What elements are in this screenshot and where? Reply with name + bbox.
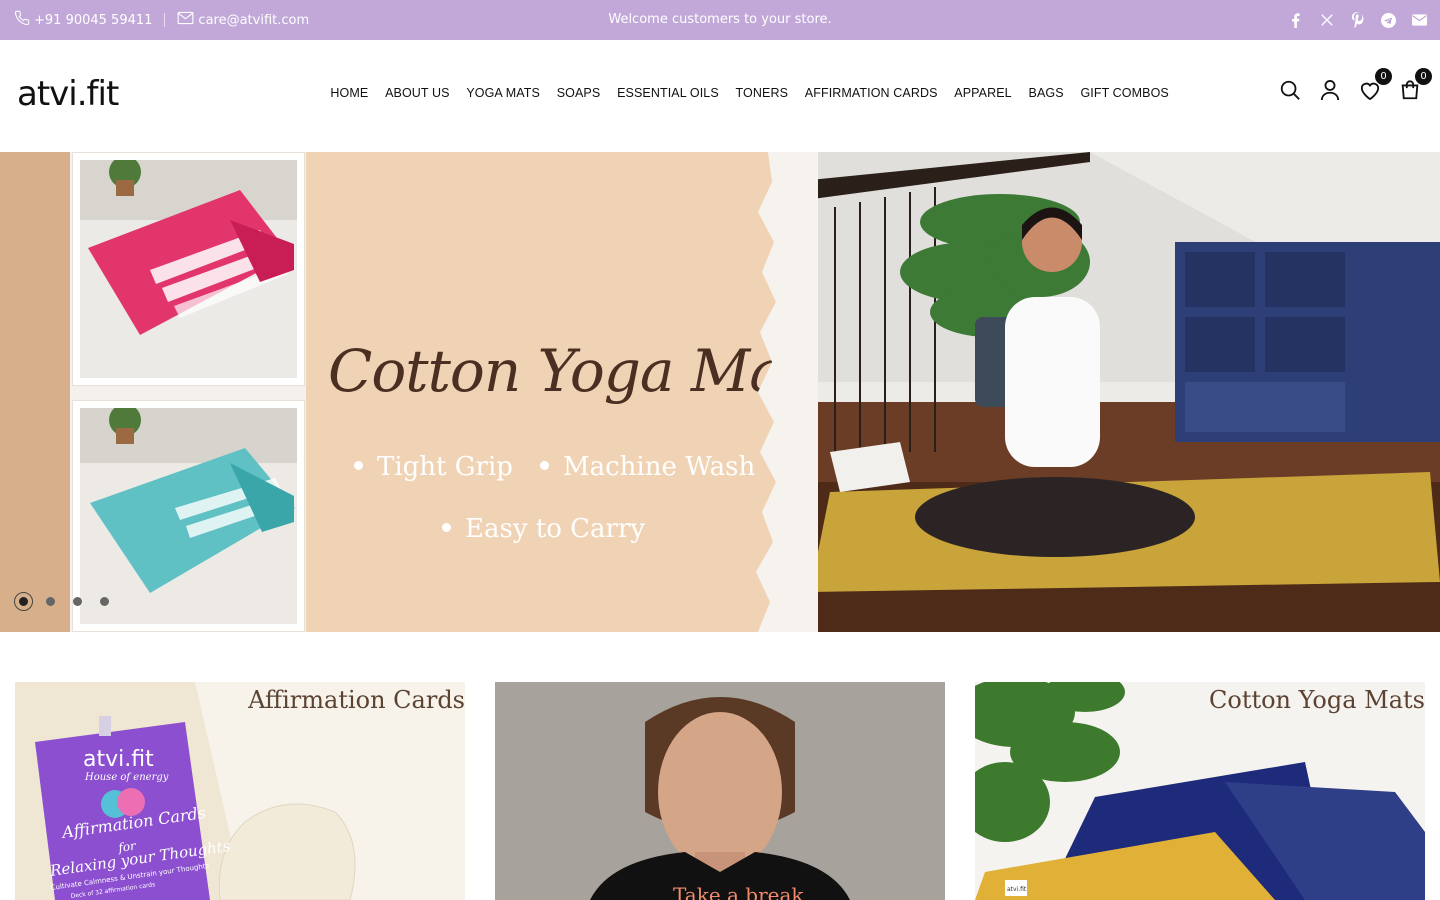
apparel-photo: Take a break (495, 682, 945, 900)
user-icon (1320, 79, 1340, 105)
nav-soaps[interactable]: SOAPS (548, 86, 608, 100)
email-address: care@atvifit.com (198, 12, 310, 28)
mail-icon[interactable] (1411, 12, 1428, 29)
phone-number: +91 90045 59411 (34, 12, 153, 28)
logo[interactable]: atvi.fit (17, 74, 119, 114)
slide-dot-3[interactable] (68, 592, 87, 611)
wishlist-button[interactable]: 0 (1358, 68, 1392, 104)
svg-text:atvi.fit: atvi.fit (1007, 886, 1027, 893)
bullet-dot (442, 522, 451, 532)
hero-bullet: Easy to Carry (442, 514, 645, 544)
category-card-cotton-yoga-mats[interactable]: atvi.fit Cotton Yoga Mats (975, 682, 1425, 900)
hero-slider[interactable]: Cotton Yoga Mats Tight Grip Machine Wash… (0, 152, 1440, 632)
slide-dot-1[interactable] (14, 592, 33, 611)
x-icon[interactable] (1318, 12, 1335, 29)
category-title: Affirmation Cards (248, 686, 465, 714)
phone-icon (14, 10, 30, 30)
bullet-dot (540, 460, 549, 470)
nav-essential-oils[interactable]: ESSENTIAL OILS (609, 86, 727, 100)
torn-paper-edge (756, 152, 818, 632)
cart-button[interactable]: 0 (1398, 68, 1432, 104)
affirmation-cards-photo: atvi.fit House of energy Affirmation Car… (15, 682, 465, 900)
slide-dot-2[interactable] (41, 592, 60, 611)
nav-affirmation-cards[interactable]: AFFIRMATION CARDS (796, 86, 946, 100)
nav-yoga-mats[interactable]: YOGA MATS (458, 86, 548, 100)
divider (164, 13, 166, 27)
site-header: atvi.fit HOME ABOUT US YOGA MATS SOAPS E… (0, 40, 1440, 152)
category-title: Cotton Yoga Mats (1209, 686, 1425, 714)
cart-count: 0 (1415, 68, 1432, 85)
card-logo-text: atvi.fit (83, 747, 154, 772)
nav-gift-combos[interactable]: GIFT COMBOS (1072, 86, 1177, 100)
slider-pagination (14, 592, 114, 611)
heart-icon (1359, 80, 1381, 104)
pinterest-icon[interactable] (1349, 12, 1366, 29)
search-button[interactable] (1278, 80, 1302, 104)
category-grid: atvi.fit House of energy Affirmation Car… (15, 682, 1425, 900)
main-nav: HOME ABOUT US YOGA MATS SOAPS ESSENTIAL … (322, 86, 1177, 100)
announcement-bar: +91 90045 59411 care@atvifit.com Welcome… (0, 0, 1440, 40)
bullet-dot (354, 460, 363, 470)
svg-text:House of energy: House of energy (84, 772, 169, 783)
yoga-scene-photo (790, 152, 1440, 632)
hero-bullet: Tight Grip (354, 452, 513, 482)
nav-apparel[interactable]: APPAREL (946, 86, 1020, 100)
telegram-icon[interactable] (1380, 12, 1397, 29)
header-actions: 0 0 (1278, 68, 1432, 104)
hero-bullet: Machine Wash (540, 452, 755, 482)
facebook-icon[interactable] (1287, 12, 1304, 29)
account-button[interactable] (1318, 80, 1342, 104)
social-links (1287, 0, 1428, 40)
nav-bags[interactable]: BAGS (1020, 86, 1072, 100)
category-card-affirmation-cards[interactable]: atvi.fit House of energy Affirmation Car… (15, 682, 465, 900)
nav-home[interactable]: HOME (322, 86, 377, 100)
nav-toners[interactable]: TONERS (727, 86, 796, 100)
search-icon (1279, 79, 1301, 105)
cotton-yoga-mats-photo: atvi.fit (975, 682, 1425, 900)
slide-dot-4[interactable] (95, 592, 114, 611)
category-card-apparel[interactable]: Take a break (495, 682, 945, 900)
hero-side-strip (0, 152, 72, 632)
pink-mat-photo (72, 152, 305, 386)
contact-info: +91 90045 59411 care@atvifit.com (14, 0, 309, 40)
phone-link[interactable]: +91 90045 59411 (14, 10, 152, 30)
nav-about-us[interactable]: ABOUT US (377, 86, 458, 100)
mail-icon (177, 11, 194, 29)
shirt-print-text: Take a break (673, 883, 804, 900)
wishlist-count: 0 (1375, 68, 1392, 85)
email-link[interactable]: care@atvifit.com (177, 11, 309, 29)
